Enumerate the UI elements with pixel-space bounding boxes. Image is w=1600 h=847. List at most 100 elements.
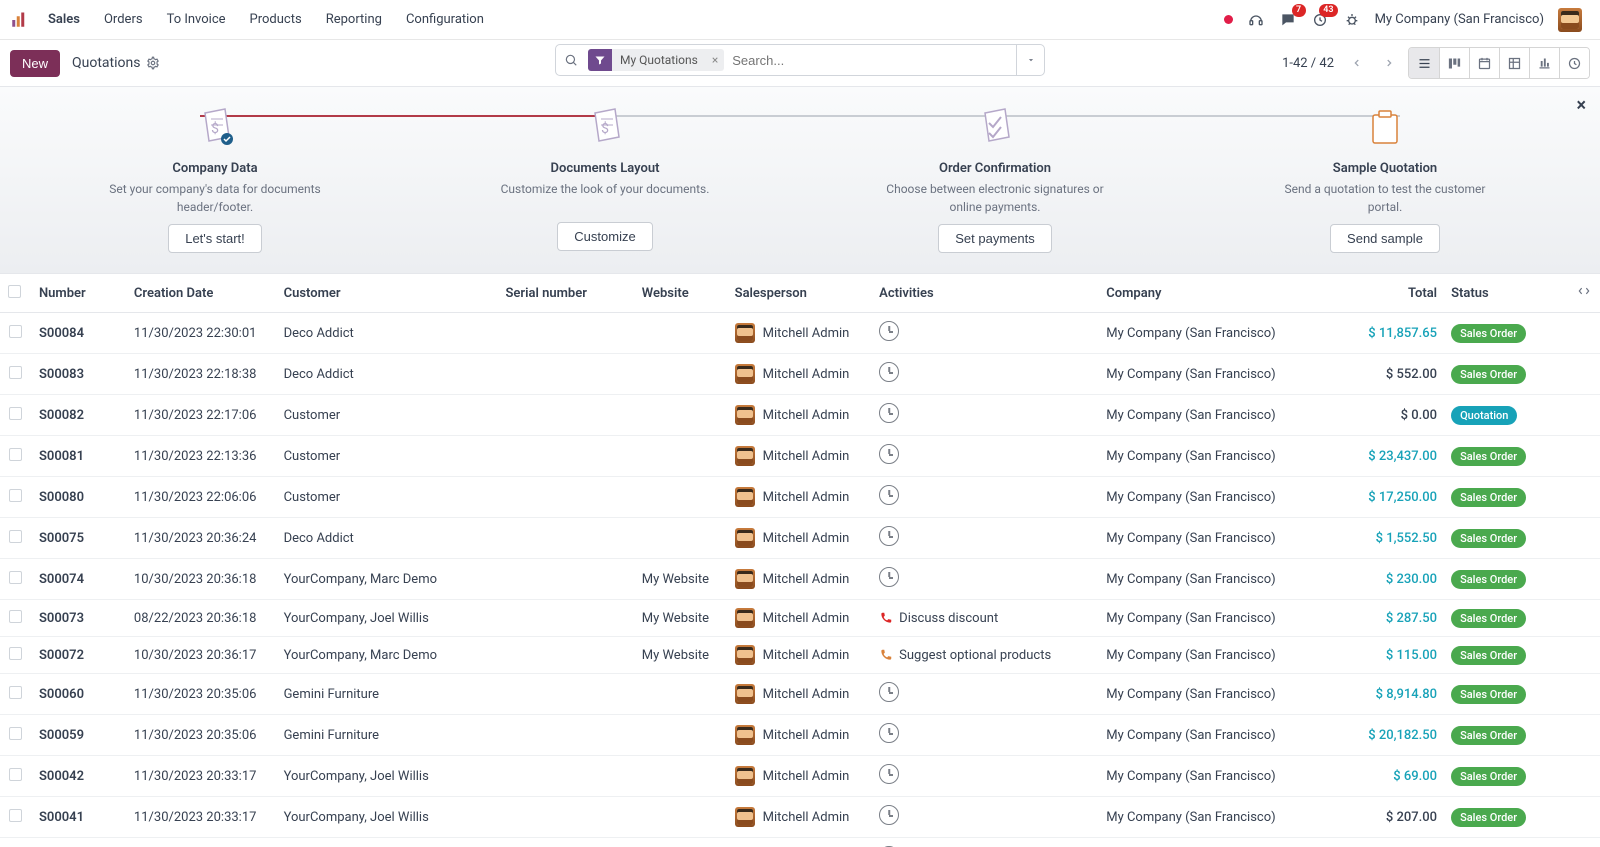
table-row[interactable]: S00059 11/30/2023 20:35:06 Gemini Furnit… bbox=[0, 715, 1600, 756]
menu-reporting[interactable]: Reporting bbox=[314, 0, 394, 40]
cell-date: 08/22/2023 20:36:18 bbox=[126, 600, 276, 637]
row-checkbox[interactable] bbox=[9, 610, 22, 623]
menu-products[interactable]: Products bbox=[238, 0, 314, 40]
support-icon[interactable] bbox=[1247, 11, 1265, 29]
view-calendar-icon[interactable] bbox=[1469, 48, 1499, 78]
row-checkbox[interactable] bbox=[9, 647, 22, 660]
col-creation-date[interactable]: Creation Date bbox=[126, 274, 276, 313]
activity-clock-icon[interactable] bbox=[879, 403, 899, 423]
select-all-checkbox[interactable] bbox=[8, 285, 21, 298]
row-checkbox[interactable] bbox=[9, 768, 22, 781]
search-box[interactable]: My Quotations × bbox=[555, 44, 1045, 76]
cell-date: 11/30/2023 20:36:24 bbox=[126, 518, 276, 559]
search-dropdown-toggle[interactable] bbox=[1016, 45, 1044, 75]
recording-indicator-icon bbox=[1224, 15, 1233, 24]
table-row[interactable]: S00082 11/30/2023 22:17:06 Customer Mitc… bbox=[0, 395, 1600, 436]
app-logo-icon[interactable] bbox=[10, 11, 28, 29]
menu-to-invoice[interactable]: To Invoice bbox=[155, 0, 238, 40]
debug-icon[interactable] bbox=[1343, 11, 1361, 29]
row-checkbox[interactable] bbox=[9, 407, 22, 420]
activity-clock-icon[interactable] bbox=[879, 362, 899, 382]
activity-clock-icon[interactable] bbox=[879, 485, 899, 505]
table-row[interactable]: S00040 11/30/2023 20:33:17 YourCompany, … bbox=[0, 838, 1600, 847]
activity-clock-icon[interactable] bbox=[879, 723, 899, 743]
company-switcher[interactable]: My Company (San Francisco) bbox=[1375, 12, 1544, 27]
col-salesperson[interactable]: Salesperson bbox=[727, 274, 872, 313]
view-list-icon[interactable] bbox=[1409, 48, 1439, 78]
row-checkbox[interactable] bbox=[9, 686, 22, 699]
onboarding-step-button[interactable]: Let's start! bbox=[168, 224, 262, 253]
col-website[interactable]: Website bbox=[634, 274, 727, 313]
onboarding-step-button[interactable]: Customize bbox=[557, 222, 652, 251]
view-activity-icon[interactable] bbox=[1559, 48, 1589, 78]
table-row[interactable]: S00074 10/30/2023 20:36:18 YourCompany, … bbox=[0, 559, 1600, 600]
col-activities[interactable]: Activities bbox=[871, 274, 1098, 313]
salesperson-avatar-icon bbox=[735, 807, 755, 827]
facet-remove[interactable]: × bbox=[706, 49, 724, 71]
cell-number: S00042 bbox=[39, 769, 84, 784]
activity-clock-icon[interactable] bbox=[879, 321, 899, 341]
new-button[interactable]: New bbox=[10, 50, 60, 77]
optional-columns-icon[interactable] bbox=[1577, 287, 1591, 302]
user-avatar[interactable] bbox=[1558, 8, 1582, 32]
table-row[interactable]: S00060 11/30/2023 20:35:06 Gemini Furnit… bbox=[0, 674, 1600, 715]
activity-clock-icon[interactable] bbox=[879, 805, 899, 825]
table-row[interactable]: S00084 11/30/2023 22:30:01 Deco Addict M… bbox=[0, 313, 1600, 354]
row-checkbox[interactable] bbox=[9, 448, 22, 461]
row-checkbox[interactable] bbox=[9, 727, 22, 740]
pager-next[interactable] bbox=[1376, 50, 1402, 76]
row-checkbox[interactable] bbox=[9, 489, 22, 502]
cell-company: My Company (San Francisco) bbox=[1098, 354, 1333, 395]
col-number[interactable]: Number bbox=[31, 274, 126, 313]
table-row[interactable]: S00041 11/30/2023 20:33:17 YourCompany, … bbox=[0, 797, 1600, 838]
activity-clock-icon[interactable] bbox=[879, 567, 899, 587]
row-checkbox[interactable] bbox=[9, 325, 22, 338]
table-row[interactable]: S00042 11/30/2023 20:33:17 YourCompany, … bbox=[0, 756, 1600, 797]
row-checkbox[interactable] bbox=[9, 571, 22, 584]
salesperson-name: Mitchell Admin bbox=[763, 687, 850, 702]
menu-configuration[interactable]: Configuration bbox=[394, 0, 496, 40]
cell-company: My Company (San Francisco) bbox=[1098, 313, 1333, 354]
onboarding-step-button[interactable]: Set payments bbox=[938, 224, 1052, 253]
salesperson-avatar-icon bbox=[735, 323, 755, 343]
cell-date: 11/30/2023 22:13:36 bbox=[126, 436, 276, 477]
activity-clock-icon[interactable] bbox=[879, 764, 899, 784]
pager-prev[interactable] bbox=[1344, 50, 1370, 76]
col-total[interactable]: Total bbox=[1334, 274, 1445, 313]
table-row[interactable]: S00072 10/30/2023 20:36:17 YourCompany, … bbox=[0, 637, 1600, 674]
messages-icon[interactable]: 7 bbox=[1279, 11, 1297, 29]
gear-icon[interactable] bbox=[146, 56, 160, 70]
table-row[interactable]: S00083 11/30/2023 22:18:38 Deco Addict M… bbox=[0, 354, 1600, 395]
table-row[interactable]: S00075 11/30/2023 20:36:24 Deco Addict M… bbox=[0, 518, 1600, 559]
status-badge: Sales Order bbox=[1451, 324, 1526, 343]
row-checkbox[interactable] bbox=[9, 530, 22, 543]
onboarding-step-button[interactable]: Send sample bbox=[1330, 224, 1440, 253]
col-customer[interactable]: Customer bbox=[276, 274, 498, 313]
cell-date: 11/30/2023 20:33:17 bbox=[126, 797, 276, 838]
row-checkbox[interactable] bbox=[9, 809, 22, 822]
pager[interactable]: 1-42 / 42 bbox=[1282, 56, 1334, 71]
activity-clock-icon[interactable] bbox=[879, 682, 899, 702]
onboarding-step-title: Documents Layout bbox=[551, 161, 660, 176]
row-checkbox[interactable] bbox=[9, 366, 22, 379]
table-row[interactable]: S00080 11/30/2023 22:06:06 Customer Mitc… bbox=[0, 477, 1600, 518]
view-pivot-icon[interactable] bbox=[1499, 48, 1529, 78]
table-row[interactable]: S00081 11/30/2023 22:13:36 Customer Mitc… bbox=[0, 436, 1600, 477]
view-graph-icon[interactable] bbox=[1529, 48, 1559, 78]
salesperson-name: Mitchell Admin bbox=[763, 408, 850, 423]
search-input[interactable] bbox=[724, 53, 1016, 68]
view-kanban-icon[interactable] bbox=[1439, 48, 1469, 78]
activity-cell[interactable]: Discuss discount bbox=[879, 611, 1090, 626]
cell-total: $ 230.00 bbox=[1334, 559, 1445, 600]
col-company[interactable]: Company bbox=[1098, 274, 1333, 313]
activity-clock-icon[interactable] bbox=[879, 444, 899, 464]
activity-clock-icon[interactable] bbox=[879, 526, 899, 546]
menu-orders[interactable]: Orders bbox=[92, 0, 155, 40]
app-name[interactable]: Sales bbox=[36, 0, 92, 40]
activities-icon[interactable]: 43 bbox=[1311, 11, 1329, 29]
col-serial[interactable]: Serial number bbox=[498, 274, 634, 313]
activity-cell[interactable]: Suggest optional products bbox=[879, 648, 1090, 663]
table-row[interactable]: S00073 08/22/2023 20:36:18 YourCompany, … bbox=[0, 600, 1600, 637]
col-status[interactable]: Status bbox=[1445, 274, 1569, 313]
status-badge: Sales Order bbox=[1451, 447, 1526, 466]
